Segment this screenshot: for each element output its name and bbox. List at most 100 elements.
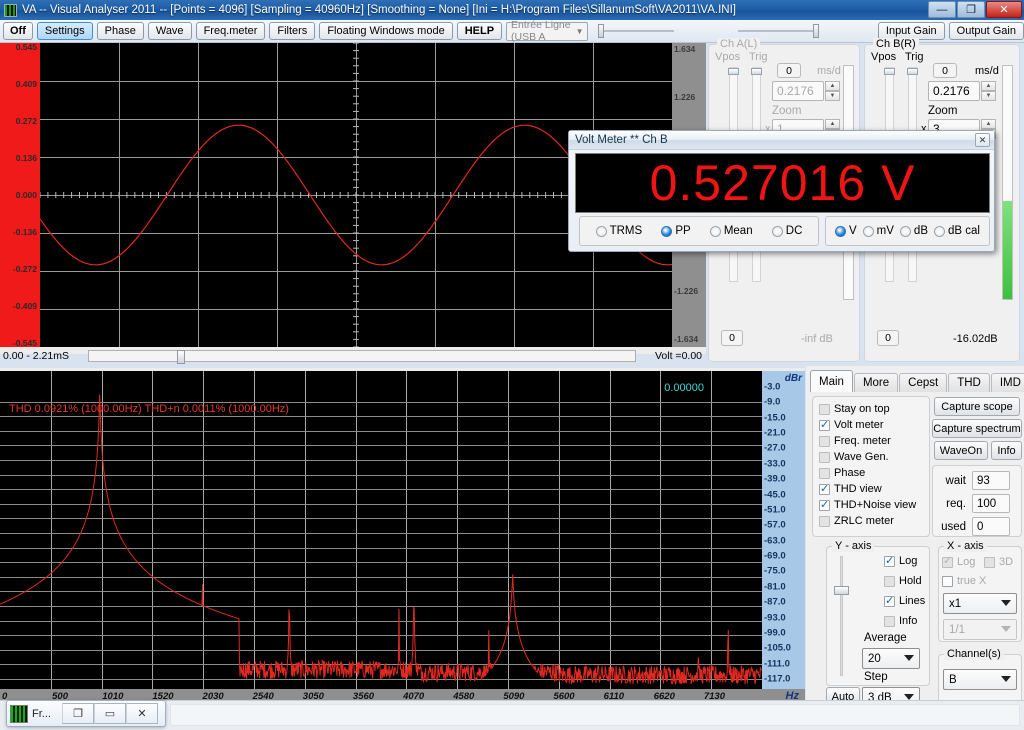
checkbox-box[interactable]	[819, 418, 830, 431]
voltmeter-unit-dbcal[interactable]: dB cal	[934, 225, 980, 237]
waveon-button[interactable]: WaveOn	[934, 441, 988, 460]
minimize-button[interactable]: —	[928, 1, 956, 18]
checkbox-box[interactable]	[819, 467, 830, 479]
checkbox-box[interactable]	[884, 575, 895, 587]
phase-button[interactable]: Phase	[96, 22, 144, 40]
option-thd-noise-view[interactable]: THD+Noise view	[819, 498, 916, 511]
spin-up-icon[interactable]: ▲	[981, 81, 996, 91]
y-axis-scale-slider[interactable]	[834, 556, 849, 676]
taskbar-minimize-button[interactable]: ▭	[94, 703, 126, 724]
radio-dot[interactable]	[771, 225, 783, 237]
option-wave-gen[interactable]: Wave Gen.	[819, 451, 889, 463]
voltmeter-unit-v[interactable]: V	[835, 225, 857, 237]
channel-b-msd-spinner[interactable]: ▲ ▼	[981, 81, 996, 101]
radio-dot[interactable]	[595, 225, 607, 237]
radio-dot[interactable]	[934, 225, 945, 237]
close-button[interactable]: ✕	[986, 1, 1022, 18]
voltmeter-unit-db[interactable]: dB	[899, 225, 928, 237]
tab-imd[interactable]: IMD	[990, 373, 1024, 392]
channels-select[interactable]: B	[943, 669, 1017, 690]
scope-scroll-slider[interactable]	[88, 350, 636, 364]
slider-thumb[interactable]	[834, 586, 849, 595]
off-button[interactable]: Off	[3, 22, 33, 40]
checkbox-box[interactable]	[884, 554, 895, 567]
counter-value[interactable]: 93	[972, 471, 1010, 490]
checkbox-box[interactable]	[884, 594, 895, 607]
taskbar-close-button[interactable]: ✕	[126, 703, 158, 724]
slider-thumb[interactable]	[907, 68, 918, 75]
average-select[interactable]: 20	[862, 648, 920, 669]
x-axis-zoom-select[interactable]: x1	[943, 593, 1017, 614]
spin-up-icon[interactable]: ▲	[981, 119, 996, 129]
checkbox-box[interactable]	[984, 556, 995, 568]
spin-down-icon[interactable]: ▼	[981, 91, 996, 101]
x-axis-true-x[interactable]: true X	[942, 575, 986, 587]
y-axis-info[interactable]: Info	[884, 615, 917, 627]
checkbox-box[interactable]: ✓	[942, 555, 953, 568]
spin-up-icon[interactable]: ▲	[825, 81, 840, 91]
tab-cepst[interactable]: Cepst	[899, 373, 948, 392]
capture-spectrum-button[interactable]: Capture spectrum	[932, 419, 1022, 438]
y-axis-hold[interactable]: Hold	[884, 575, 922, 587]
checkbox-box[interactable]	[819, 403, 830, 415]
radio-dot[interactable]	[661, 225, 673, 237]
checkbox-box[interactable]	[819, 435, 830, 447]
radio-dot[interactable]	[835, 225, 846, 237]
help-button[interactable]: HELP	[456, 22, 503, 40]
output-level-slider[interactable]	[737, 24, 819, 38]
output-gain-button[interactable]: Output Gain	[948, 22, 1024, 40]
voltmeter-mode-trms[interactable]: TRMS	[595, 225, 642, 237]
voltmeter-window[interactable]: Volt Meter ** Ch B ✕ 0.527016 V TRMS PP …	[568, 130, 995, 252]
spectrum-plot-area[interactable]: THD 0.0921% (1000.00Hz) THD+n 0.0011% (1…	[0, 371, 762, 689]
channel-b-zero-button[interactable]: 0	[877, 330, 899, 346]
x-axis-3d[interactable]: 3D	[984, 556, 1013, 568]
y-axis-log[interactable]: Log	[884, 554, 917, 567]
input-level-slider[interactable]	[597, 24, 674, 38]
channel-a-trig-value[interactable]: 0	[777, 63, 801, 78]
checkbox-box[interactable]	[819, 451, 830, 463]
option-volt-meter[interactable]: Volt meter	[819, 418, 884, 431]
slider-thumb[interactable]	[728, 68, 739, 75]
voltmeter-title-bar[interactable]: Volt Meter ** Ch B	[569, 131, 994, 150]
spin-up-icon[interactable]: ▲	[825, 119, 840, 129]
slider-thumb[interactable]	[751, 68, 762, 75]
channel-a-msd-spinner[interactable]: ▲ ▼	[825, 81, 840, 101]
x-axis-log[interactable]: ✓ Log	[942, 555, 975, 568]
channel-b-trig-value[interactable]: 0	[933, 63, 957, 78]
slider-thumb[interactable]	[597, 24, 604, 38]
option-freq-meter[interactable]: Freq. meter	[819, 435, 891, 447]
slider-thumb[interactable]	[177, 350, 185, 364]
voltmeter-unit-mv[interactable]: mV	[862, 225, 894, 237]
tab-thd[interactable]: THD	[948, 373, 990, 392]
taskbar-restore-button[interactable]: ❐	[62, 703, 94, 724]
voltmeter-mode-mean[interactable]: Mean	[709, 225, 753, 237]
option-stay-on-top[interactable]: Stay on top	[819, 403, 890, 415]
checkbox-box[interactable]	[819, 498, 830, 511]
counter-value[interactable]: 100	[972, 494, 1010, 513]
option-phase[interactable]: Phase	[819, 467, 865, 479]
capture-scope-button[interactable]: Capture scope	[934, 397, 1020, 416]
voltmeter-mode-dc[interactable]: DC	[771, 225, 802, 237]
checkbox-box[interactable]	[819, 515, 830, 527]
radio-dot[interactable]	[899, 225, 911, 237]
slider-thumb[interactable]	[812, 24, 819, 38]
channel-a-msd-value[interactable]: 0.2176	[772, 81, 824, 101]
checkbox-box[interactable]	[819, 482, 830, 495]
tab-main[interactable]: Main	[810, 370, 853, 392]
freqmeter-button[interactable]: Freq.meter	[195, 22, 266, 40]
radio-dot[interactable]	[709, 225, 721, 237]
voltmeter-close-button[interactable]: ✕	[975, 133, 990, 147]
option-zrlc-meter[interactable]: ZRLC meter	[819, 515, 894, 527]
voltmeter-mode-pp[interactable]: PP	[661, 225, 691, 237]
counter-value[interactable]: 0	[972, 517, 1010, 536]
checkbox-box[interactable]	[884, 615, 895, 627]
info-button[interactable]: Info	[991, 441, 1022, 460]
taskbar-window-button[interactable]: Fr... ❐ ▭ ✕	[6, 700, 166, 727]
channel-a-zero-button[interactable]: 0	[721, 330, 743, 346]
checkbox-box[interactable]	[942, 575, 953, 587]
slider-thumb[interactable]	[884, 68, 895, 75]
radio-dot[interactable]	[862, 225, 874, 237]
channel-b-msd-value[interactable]: 0.2176	[928, 81, 980, 101]
maximize-button[interactable]: ❐	[957, 1, 985, 18]
wave-button[interactable]: Wave	[147, 22, 192, 40]
